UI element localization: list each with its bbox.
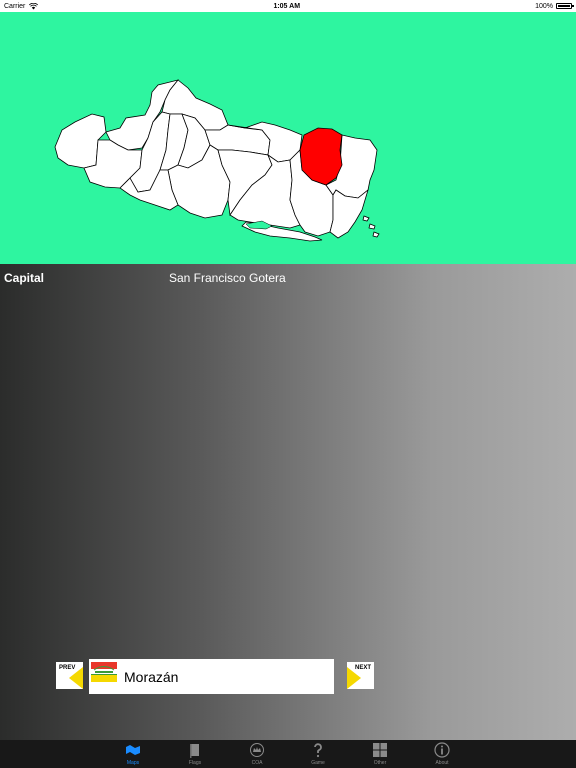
tab-label: Other	[373, 760, 387, 766]
carrier-label: Carrier	[4, 2, 26, 10]
battery-percentage: 100%	[535, 2, 553, 10]
region-selector[interactable]: Morazán	[89, 659, 334, 694]
flag-icon	[190, 744, 199, 758]
map-icon	[126, 745, 140, 755]
map-svg[interactable]	[0, 12, 576, 264]
grid-icon	[373, 743, 387, 757]
tab-label: Maps	[126, 760, 140, 766]
next-button[interactable]: NEXT	[347, 662, 374, 689]
tab-label: About	[435, 760, 449, 766]
tab-game[interactable]: Game	[298, 740, 338, 768]
info-area: Capital San Francisco Gotera PREV Morazá…	[0, 264, 576, 740]
gulf-island	[372, 231, 380, 238]
info-icon	[434, 742, 450, 758]
tab-label: COA	[251, 760, 263, 766]
status-time: 1:05 AM	[273, 2, 301, 10]
tab-label: Game	[311, 760, 325, 766]
capital-value: San Francisco Gotera	[169, 271, 286, 285]
battery-icon	[555, 3, 574, 9]
status-bar: Carrier 1:05 AM 100%	[0, 0, 576, 12]
map-area[interactable]	[0, 12, 576, 264]
tab-bar: Maps Flags COA Game Other About	[0, 740, 576, 768]
prev-button-label: PREV	[59, 665, 76, 671]
tab-coa[interactable]: COA	[237, 740, 277, 768]
region-flag-icon	[91, 662, 117, 682]
tab-label: Flags	[188, 760, 202, 766]
tab-other[interactable]: Other	[360, 740, 400, 768]
gulf-island	[362, 215, 370, 222]
prev-button[interactable]: PREV	[56, 662, 83, 689]
question-mark-icon	[314, 743, 322, 758]
tab-flags[interactable]: Flags	[175, 740, 215, 768]
wifi-icon	[29, 2, 39, 9]
next-button-label: NEXT	[354, 665, 371, 671]
map-region[interactable]	[329, 188, 369, 239]
status-left: Carrier	[4, 2, 39, 10]
tab-maps[interactable]: Maps	[113, 740, 153, 768]
status-right: 100%	[535, 2, 574, 10]
capital-label: Capital	[4, 271, 45, 285]
gulf-island	[368, 223, 376, 230]
region-name: Morazán	[124, 669, 179, 685]
tab-about[interactable]: About	[422, 740, 462, 768]
coat-of-arms-icon	[250, 743, 264, 757]
